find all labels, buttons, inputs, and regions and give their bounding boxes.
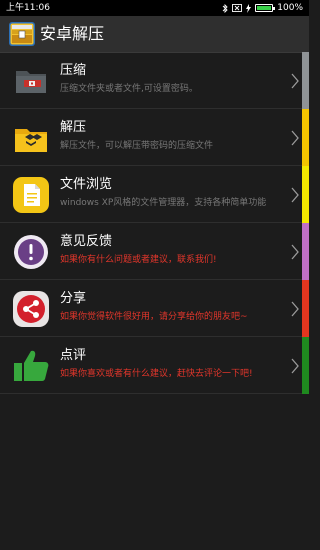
color-strip [302, 337, 309, 394]
menu-item-subtitle: 压缩文件夹或者文件,可设置密码。 [60, 84, 198, 94]
file-browser-icon [13, 177, 49, 213]
feedback-icon [14, 235, 48, 269]
menu-item-title: 文件浏览 [60, 177, 113, 192]
menu-item-subtitle: windows XP风格的文件管理器，支持各种简单功能 [60, 198, 267, 208]
title-bar: 安卓解压 [0, 16, 309, 53]
chevron-right-icon [291, 301, 299, 317]
extract-icon [15, 129, 47, 152]
chevron-right-icon [291, 73, 299, 89]
battery-icon [255, 4, 276, 12]
chevron-right-icon [291, 187, 299, 203]
menu-item-title: 点评 [60, 348, 87, 363]
battery-fill [257, 6, 272, 10]
menu-item-file-browser[interactable]: 文件浏览 windows XP风格的文件管理器，支持各种简单功能 [0, 166, 309, 223]
menu-item-title: 压缩 [60, 63, 87, 78]
color-strip [302, 280, 309, 337]
no-sim-icon [232, 4, 243, 12]
battery-percent: 100% [277, 3, 303, 13]
status-icons: 100% [222, 0, 303, 16]
menu-item-subtitle: 如果你觉得软件很好用，请分享给你的朋友吧~ [60, 312, 248, 322]
app-title: 安卓解压 [40, 24, 105, 43]
menu-item-title: 分享 [60, 291, 87, 306]
share-icon [13, 291, 49, 327]
menu-item-feedback[interactable]: 意见反馈 如果你有什么问题或者建议，联系我们! [0, 223, 309, 280]
app-icon [9, 22, 35, 46]
chevron-right-icon [291, 130, 299, 146]
thumbs-up-icon [14, 350, 49, 381]
charging-icon [246, 3, 252, 13]
screen: 上午11:06 100% 安卓解压 压缩 压缩文件夹或者文件,可设置密码。 解压… [0, 0, 309, 550]
color-strip [302, 166, 309, 223]
menu-item-share[interactable]: 分享 如果你觉得软件很好用，请分享给你的朋友吧~ [0, 280, 309, 337]
color-strip [302, 52, 309, 109]
menu-item-subtitle: 如果你喜欢或者有什么建议，赶快去评论一下吧! [60, 369, 253, 379]
compress-icon [16, 71, 46, 93]
bluetooth-icon [222, 3, 228, 13]
status-bar: 上午11:06 100% [0, 0, 309, 16]
color-strip [302, 109, 309, 166]
menu-list: 压缩 压缩文件夹或者文件,可设置密码。 解压 解压文件，可以解压带密码的压缩文件 [0, 52, 309, 394]
color-strip [302, 223, 309, 280]
menu-item-subtitle: 如果你有什么问题或者建议，联系我们! [60, 255, 217, 265]
chevron-right-icon [291, 244, 299, 260]
menu-item-review[interactable]: 点评 如果你喜欢或者有什么建议，赶快去评论一下吧! [0, 337, 309, 394]
status-time: 上午11:06 [6, 3, 50, 13]
menu-item-extract[interactable]: 解压 解压文件，可以解压带密码的压缩文件 [0, 109, 309, 166]
menu-item-title: 意见反馈 [60, 234, 113, 249]
menu-item-compress[interactable]: 压缩 压缩文件夹或者文件,可设置密码。 [0, 52, 309, 109]
menu-item-title: 解压 [60, 120, 87, 135]
menu-item-subtitle: 解压文件，可以解压带密码的压缩文件 [60, 141, 214, 151]
chevron-right-icon [291, 358, 299, 374]
